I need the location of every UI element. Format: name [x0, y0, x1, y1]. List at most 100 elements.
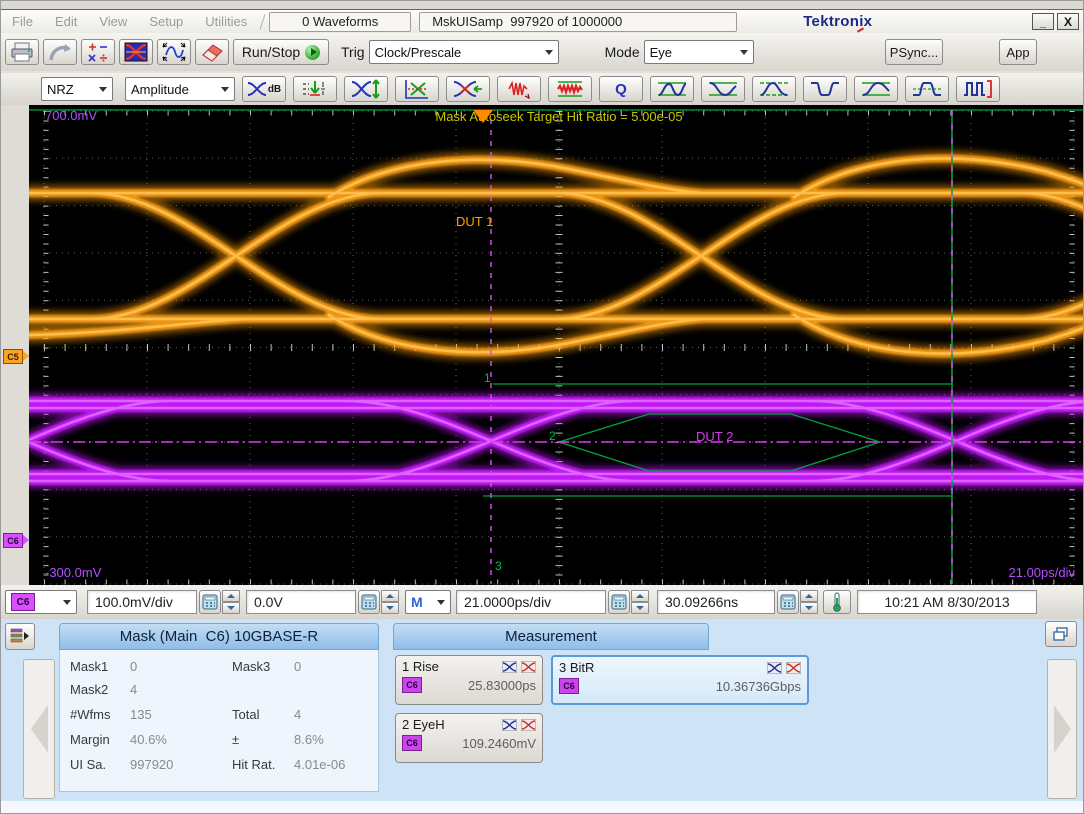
- crossing-percent-button[interactable]: [395, 76, 439, 102]
- horizontal-scale-field[interactable]: 21.0000ps/div: [456, 590, 606, 614]
- eye-red-icon[interactable]: [521, 661, 536, 673]
- channel-select[interactable]: C6: [5, 590, 77, 614]
- vertical-offset-spinner[interactable]: [381, 590, 399, 614]
- positive-width-icon: [912, 79, 942, 99]
- bottom-margin: [1, 801, 1083, 814]
- eye-blue-icon[interactable]: [502, 719, 517, 731]
- spin-up-button[interactable]: [800, 590, 818, 602]
- mask-value: 4: [294, 707, 301, 722]
- ext-ratio-db-button[interactable]: dB: [242, 76, 286, 102]
- channel-c6-badge[interactable]: C6: [3, 533, 23, 548]
- panel-restore-button[interactable]: [1045, 621, 1077, 647]
- trigger-source-select[interactable]: Clock/Prescale: [369, 40, 559, 64]
- positive-width-button[interactable]: [905, 76, 949, 102]
- spin-up-button[interactable]: [222, 590, 240, 602]
- eye-red-icon[interactable]: [521, 719, 536, 731]
- measurement-panel-header[interactable]: Measurement: [393, 623, 709, 650]
- minimize-button[interactable]: _: [1032, 13, 1054, 30]
- eye-height-button[interactable]: [344, 76, 388, 102]
- c5-eye-trace: [29, 158, 1084, 353]
- spin-down-button[interactable]: [631, 602, 649, 614]
- eye-red-icon[interactable]: [786, 662, 801, 674]
- channel-c5-badge[interactable]: C5: [3, 349, 23, 364]
- temperature-button[interactable]: [823, 590, 851, 614]
- horizontal-scale-spinner[interactable]: [631, 590, 649, 614]
- rise-time-button[interactable]: [854, 76, 898, 102]
- fall-time-button[interactable]: [701, 76, 745, 102]
- spin-down-button[interactable]: [381, 602, 399, 614]
- measurement-source-badge[interactable]: C6: [402, 735, 422, 751]
- chevron-down-icon: [221, 87, 229, 92]
- mode-select[interactable]: Eye: [644, 40, 754, 64]
- psync-button[interactable]: PSync...: [885, 39, 943, 65]
- mask-test-button[interactable]: [119, 39, 153, 65]
- autoseek-banner: Mask Autoseek Target Hit Ratio = 5.00e-0…: [329, 110, 789, 124]
- measurement-source-badge[interactable]: C6: [402, 677, 422, 693]
- vertical-offset-field[interactable]: 0.0V: [246, 590, 356, 614]
- horizontal-position-field[interactable]: 30.09266ns: [657, 590, 775, 614]
- mask-label: Mask1: [70, 659, 108, 674]
- autoset-button[interactable]: [157, 39, 191, 65]
- menu-file[interactable]: File: [1, 14, 44, 29]
- horizontal-scale-keypad-button[interactable]: [608, 590, 630, 614]
- mask-value: 4: [130, 682, 137, 697]
- gain-icon: [301, 79, 329, 99]
- negative-width-button[interactable]: [803, 76, 847, 102]
- meas-category-select[interactable]: Amplitude: [125, 77, 235, 101]
- trigger-position-marker[interactable]: [473, 110, 493, 123]
- jitter-pp-button[interactable]: [497, 76, 541, 102]
- noise-pp-button[interactable]: [548, 76, 592, 102]
- mask-panel-header[interactable]: Mask (Main C6) 10GBASE-R: [59, 623, 379, 650]
- horizontal-position-spinner[interactable]: [800, 590, 818, 614]
- horizontal-scale-label: 21.00ps/div: [1009, 566, 1076, 580]
- channel-badge: C6: [11, 593, 35, 611]
- spin-down-button[interactable]: [222, 602, 240, 614]
- panel-list-button[interactable]: [5, 623, 35, 650]
- eye-blue-icon[interactable]: [767, 662, 782, 674]
- optical-gain-button[interactable]: [293, 76, 337, 102]
- mode-label: Mode: [605, 44, 640, 60]
- timebase-select[interactable]: M: [405, 590, 451, 614]
- menu-setup[interactable]: Setup: [138, 14, 194, 29]
- waveform-display[interactable]: 700.0mV Mask Autoseek Target Hit Ratio =…: [29, 105, 1084, 585]
- menu-edit[interactable]: Edit: [44, 14, 88, 29]
- menu-view[interactable]: View: [88, 14, 138, 29]
- eye-width-button[interactable]: [446, 76, 490, 102]
- vertical-scale-keypad-button[interactable]: [199, 590, 221, 614]
- app-button[interactable]: App: [999, 39, 1037, 65]
- eraser-icon: [199, 41, 225, 63]
- signal-type-select[interactable]: NRZ: [41, 77, 113, 101]
- clear-data-button[interactable]: [195, 39, 229, 65]
- menu-utilities[interactable]: Utilities: [194, 14, 258, 29]
- measurement-source-badge[interactable]: C6: [559, 678, 579, 694]
- eye-blue-icon[interactable]: [502, 661, 517, 673]
- scroll-right-button[interactable]: [1047, 659, 1077, 799]
- chevron-down-icon: [740, 50, 748, 55]
- measurement-card-rise[interactable]: 1 Rise C6 25.83000ps: [395, 655, 543, 705]
- spin-up-button[interactable]: [631, 590, 649, 602]
- vertical-offset-keypad-button[interactable]: [358, 590, 380, 614]
- dut1-label: DUT 1: [456, 215, 493, 229]
- run-stop-button[interactable]: Run/Stop: [233, 39, 329, 65]
- eye-amplitude-button[interactable]: [752, 76, 796, 102]
- mode-value: Eye: [650, 45, 672, 60]
- print-button[interactable]: [5, 39, 39, 65]
- vertical-scale-field[interactable]: 100.0mV/div: [87, 590, 197, 614]
- scroll-left-button[interactable]: [23, 659, 55, 799]
- measurement-card-eyeh[interactable]: 2 EyeH C6 109.2460mV: [395, 713, 543, 763]
- dut2-label: DUT 2: [696, 430, 733, 444]
- export-report-button[interactable]: [43, 39, 77, 65]
- keypad-icon: [780, 594, 796, 610]
- mask-value: 135: [130, 707, 152, 722]
- vertical-scale-spinner[interactable]: [222, 590, 240, 614]
- math-button[interactable]: [81, 39, 115, 65]
- q-factor-button[interactable]: Q: [599, 76, 643, 102]
- close-button[interactable]: X: [1057, 13, 1079, 30]
- horizontal-position-keypad-button[interactable]: [777, 590, 799, 614]
- spin-up-button[interactable]: [381, 590, 399, 602]
- burst-width-button[interactable]: [956, 76, 1000, 102]
- results-panel: Mask (Main C6) 10GBASE-R Mask1 0 Mask3 0…: [1, 619, 1083, 814]
- measurement-card-bitr[interactable]: 3 BitR C6 10.36736Gbps: [551, 655, 809, 705]
- spin-down-button[interactable]: [800, 602, 818, 614]
- signal-amplitude-button[interactable]: [650, 76, 694, 102]
